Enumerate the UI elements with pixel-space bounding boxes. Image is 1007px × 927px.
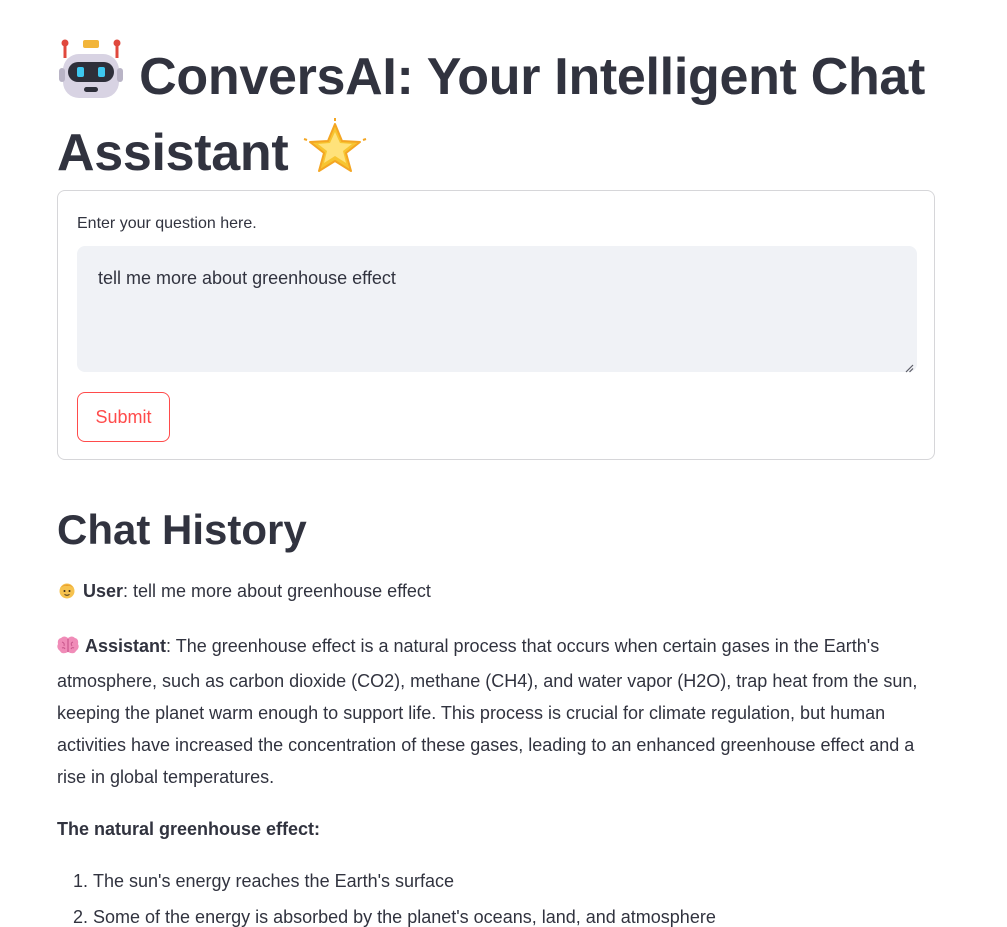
question-input[interactable]: tell me more about greenhouse effect: [77, 246, 917, 372]
glowing-star-icon: [303, 118, 367, 194]
message-role: User: [83, 581, 124, 601]
steps-list: The sun's energy reaches the Earth's sur…: [57, 865, 937, 927]
list-item: The sun's energy reaches the Earth's sur…: [93, 865, 937, 897]
header: ConversAI: Your Intelligent Chat Assista…: [57, 38, 937, 194]
person-icon: [57, 578, 77, 610]
chat-message-assistant: Assistant: The greenhouse effect is a na…: [57, 630, 937, 793]
message-text: : The greenhouse effect is a natural pro…: [57, 636, 918, 787]
app-page: ConversAI: Your Intelligent Chat Assista…: [0, 0, 1007, 927]
brain-icon: [57, 633, 79, 665]
robot-icon: [57, 38, 125, 118]
message-role: Assistant: [85, 636, 167, 656]
question-form: Enter your question here. tell me more a…: [57, 190, 935, 460]
chat-message-user: User: tell me more about greenhouse effe…: [57, 575, 937, 610]
message-text: : tell me more about greenhouse effect: [123, 581, 431, 601]
page-title-text: ConversAI: Your Intelligent Chat Assista…: [57, 48, 926, 182]
resize-handle-icon[interactable]: [905, 360, 914, 373]
chat-history: User: tell me more about greenhouse effe…: [57, 575, 937, 927]
page-title: ConversAI: Your Intelligent Chat Assista…: [57, 38, 937, 194]
section-heading: The natural greenhouse effect:: [57, 819, 321, 839]
list-item: Some of the energy is absorbed by the pl…: [93, 901, 937, 927]
submit-button[interactable]: Submit: [77, 392, 170, 442]
question-input-container: tell me more about greenhouse effect: [77, 246, 917, 373]
question-label: Enter your question here.: [77, 215, 257, 232]
chat-history-heading: Chat History: [57, 506, 307, 553]
